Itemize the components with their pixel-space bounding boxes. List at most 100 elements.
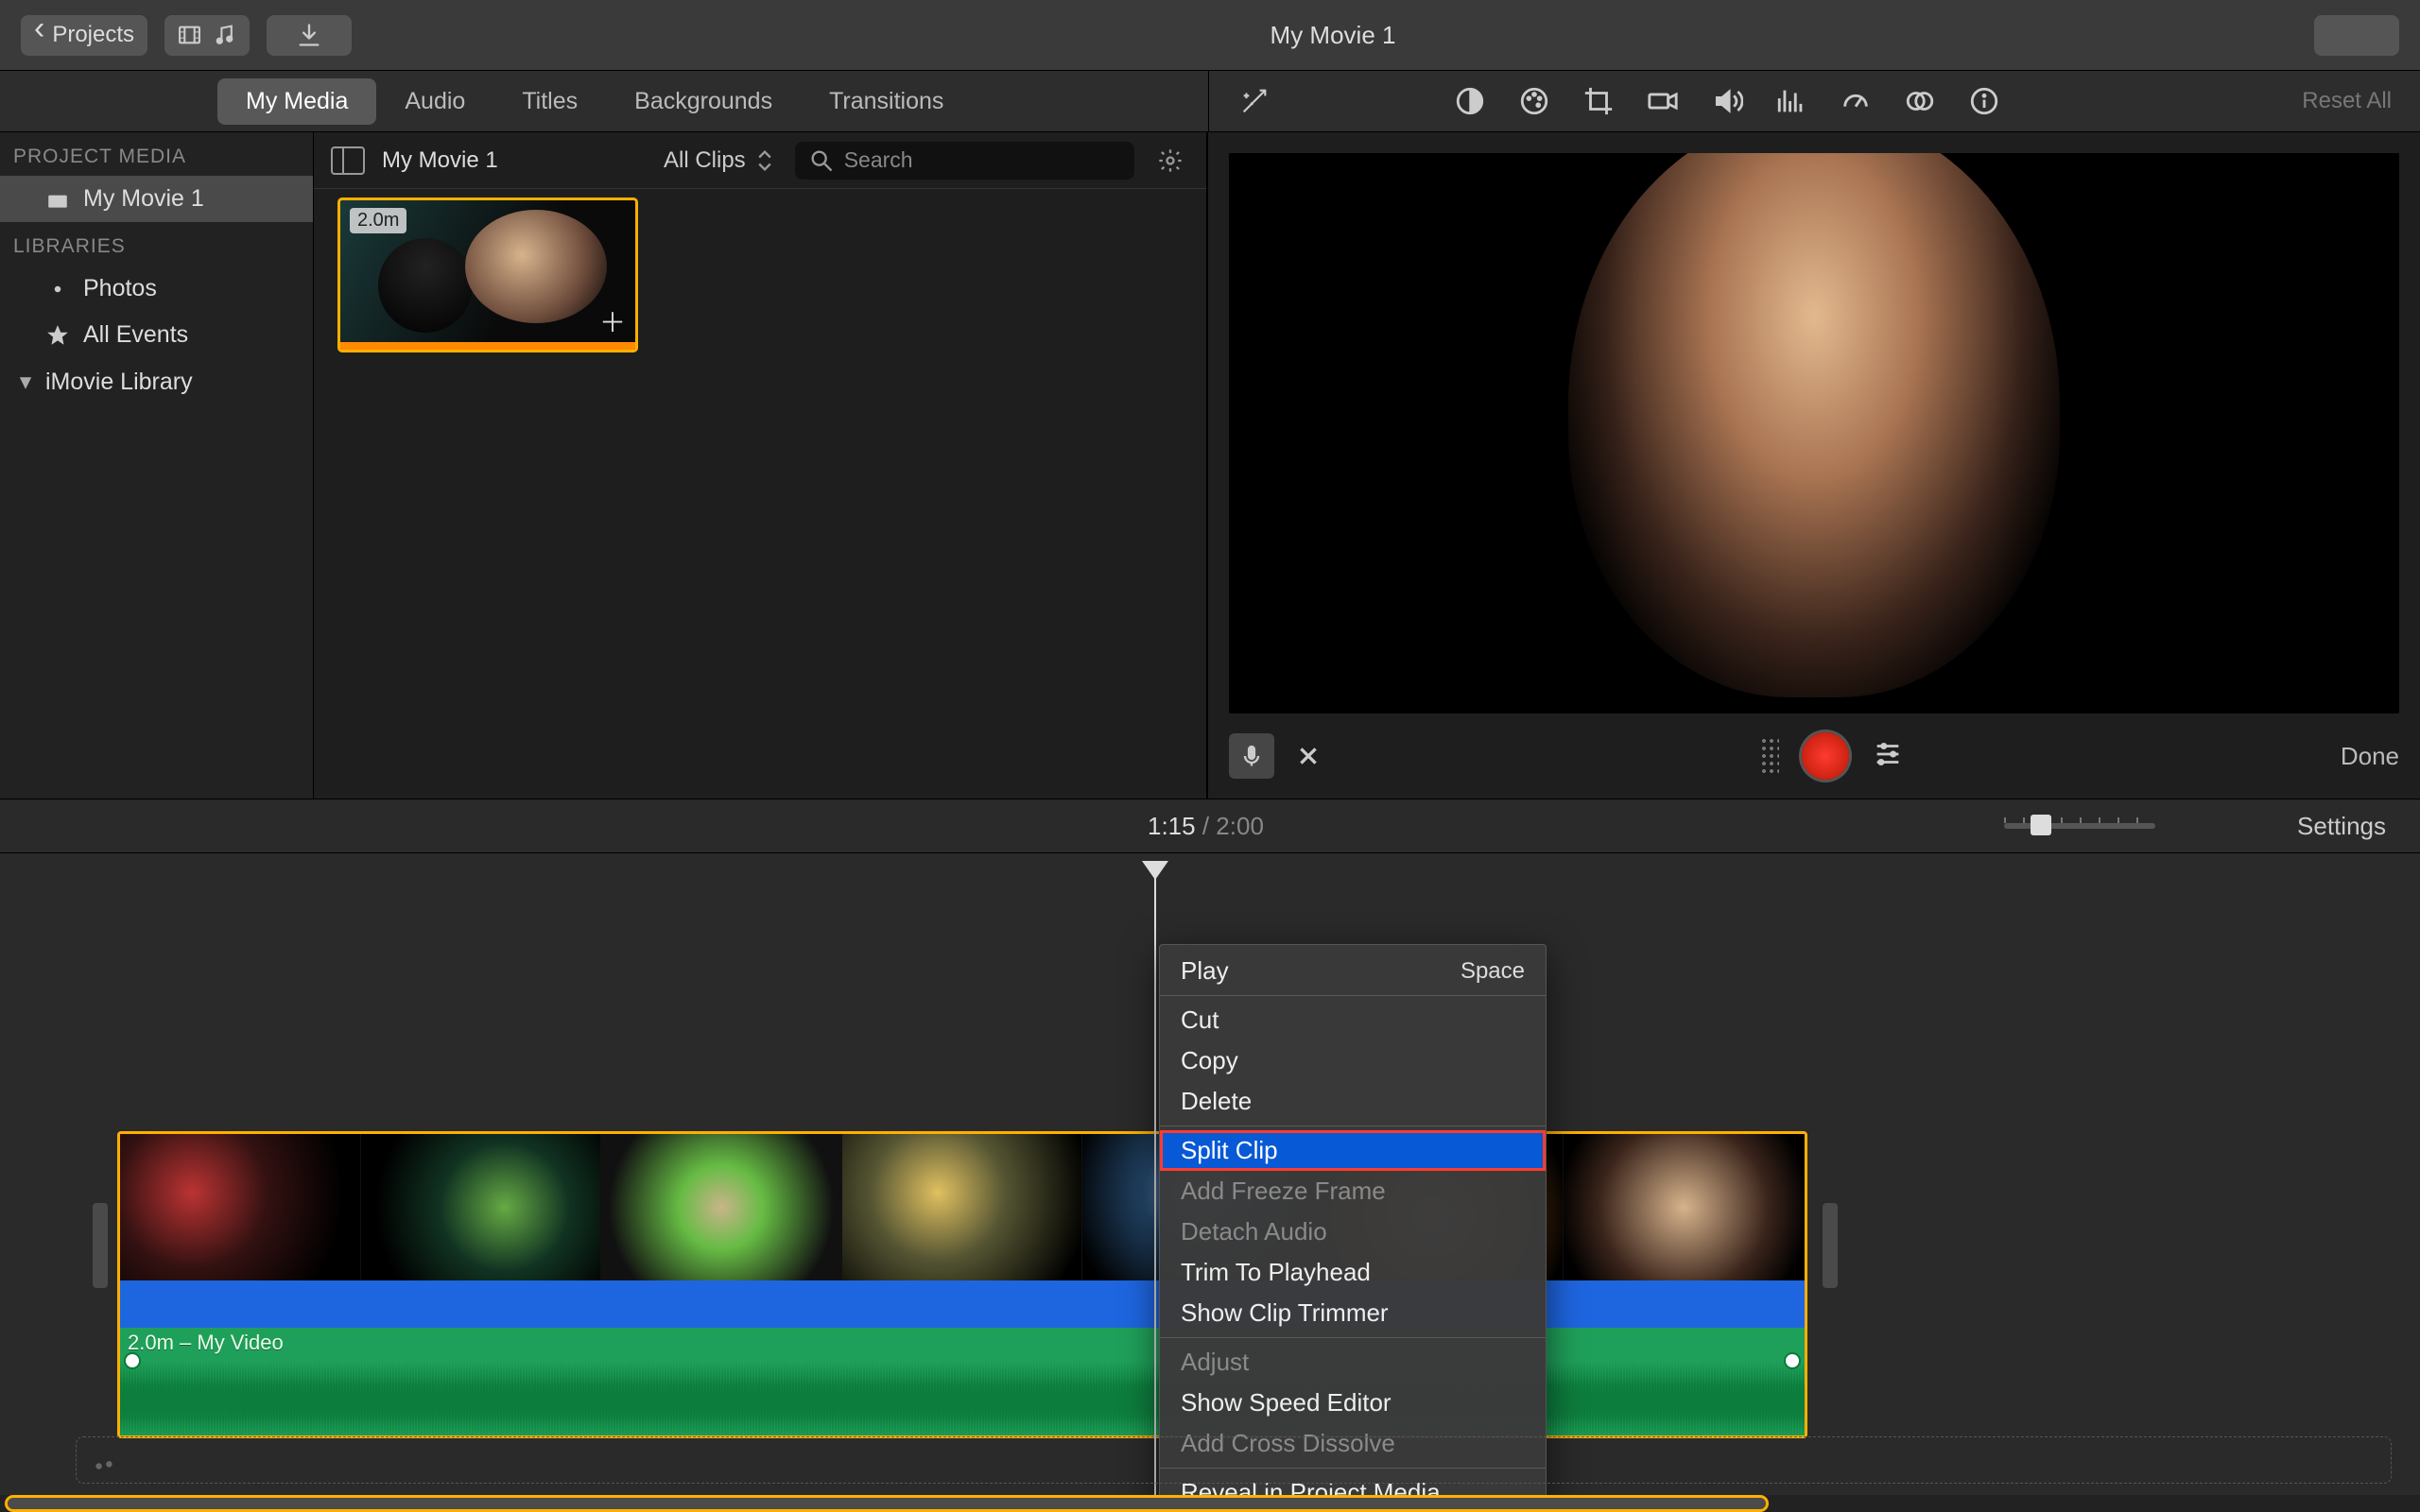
total-time: 2:00: [1216, 812, 1264, 840]
clip-filter-button[interactable]: [1903, 84, 1937, 118]
sidebar: PROJECT MEDIA My Movie 1 LIBRARIES Photo…: [0, 132, 314, 799]
tab-backgrounds[interactable]: Backgrounds: [606, 78, 801, 125]
search-input[interactable]: Search: [795, 142, 1134, 180]
color-balance-button[interactable]: [1453, 84, 1487, 118]
media-clip-thumbnail[interactable]: 2.0m ＋: [340, 200, 635, 350]
voiceover-mic-button[interactable]: [1229, 733, 1274, 779]
tab-transitions[interactable]: Transitions: [801, 78, 972, 125]
color-correction-button[interactable]: [1517, 84, 1551, 118]
menu-item-delete[interactable]: Delete: [1160, 1081, 1546, 1122]
video-frame-art: [1568, 153, 2060, 697]
clips-filter-dropdown[interactable]: All Clips: [664, 147, 778, 174]
timeline-clip[interactable]: 2.0m – My Video: [117, 1131, 1807, 1438]
sliders-icon: [1872, 738, 1904, 770]
viewer-panel: Done: [1208, 132, 2420, 799]
background-music-lane[interactable]: [76, 1436, 2392, 1484]
info-icon: [1968, 85, 2000, 117]
inspector-tools-group: Reset All: [1208, 71, 2420, 131]
thumbnail-art: [378, 238, 473, 333]
playhead-line: [1154, 876, 1156, 1512]
noise-reduction-button[interactable]: [1774, 84, 1808, 118]
sidebar-item-all-events[interactable]: All Events: [0, 312, 313, 358]
zoom-knob[interactable]: [2031, 815, 2051, 835]
projects-back-button[interactable]: Projects: [21, 15, 147, 56]
filmstrip-icon: [178, 22, 201, 48]
speaker-icon: [1711, 85, 1743, 117]
category-tabs-group: My Media Audio Titles Backgrounds Transi…: [0, 71, 1208, 131]
record-button[interactable]: [1802, 732, 1849, 780]
stabilization-button[interactable]: [1646, 84, 1680, 118]
voiceover-options-button[interactable]: [1872, 738, 1904, 775]
audio-fade-out-handle[interactable]: [1786, 1354, 1799, 1367]
clip-duration-badge: 2.0m: [350, 208, 406, 233]
up-down-chevron-icon: [752, 147, 778, 174]
library-header: My Movie 1 All Clips Search: [314, 132, 1206, 189]
menu-item-play[interactable]: Play Space: [1160, 951, 1546, 991]
library-settings-button[interactable]: [1151, 142, 1189, 180]
library-view-button[interactable]: [164, 15, 250, 56]
close-voiceover-button[interactable]: [1293, 741, 1323, 771]
add-to-timeline-icon[interactable]: ＋: [599, 302, 626, 340]
category-tabbar: My Media Audio Titles Backgrounds Transi…: [0, 71, 2420, 132]
timeline-settings-button[interactable]: Settings: [2297, 812, 2386, 841]
palette-icon: [1518, 85, 1550, 117]
volume-button[interactable]: [1710, 84, 1744, 118]
menu-item-add-freeze-frame: Add Freeze Frame: [1160, 1171, 1546, 1211]
tab-audio[interactable]: Audio: [376, 78, 493, 125]
contrast-circle-icon: [1454, 85, 1486, 117]
audio-fade-in-handle[interactable]: [126, 1354, 139, 1367]
menu-item-adjust: Adjust: [1160, 1342, 1546, 1383]
menu-separator: [1160, 1337, 1546, 1338]
star-icon: [45, 323, 70, 348]
import-button[interactable]: [267, 15, 352, 56]
zoom-slider[interactable]: [2004, 823, 2155, 829]
horizontal-scrollbar[interactable]: [0, 1495, 2420, 1512]
panel-toggle-button[interactable]: [331, 146, 365, 175]
tab-my-media[interactable]: My Media: [217, 78, 376, 125]
scrollbar-thumb[interactable]: [8, 1498, 1766, 1509]
clip-audio-track[interactable]: 2.0m – My Video: [120, 1328, 1805, 1438]
music-note-icon: [213, 22, 236, 48]
menu-item-split-clip[interactable]: Split Clip: [1160, 1130, 1546, 1171]
reset-all-button[interactable]: Reset All: [2302, 88, 2392, 114]
sidebar-item-imovie-library[interactable]: ▾ iMovie Library: [0, 358, 313, 405]
crop-button[interactable]: [1582, 84, 1616, 118]
sidebar-all-events-label: All Events: [83, 321, 188, 349]
enhance-magic-wand-button[interactable]: [1237, 84, 1271, 118]
timeline[interactable]: 2.0m – My Video Play Space Cut Copy Dele…: [0, 853, 2420, 1512]
projects-label: Projects: [52, 22, 134, 48]
top-toolbar: Projects My Movie 1: [0, 0, 2420, 71]
clapperboard-icon: [45, 187, 70, 212]
tab-titles[interactable]: Titles: [493, 78, 606, 125]
time-indicator: 1:15 / 2:00: [1148, 812, 1264, 841]
sidebar-item-project[interactable]: My Movie 1: [0, 176, 313, 222]
search-icon: [808, 147, 835, 174]
menu-item-show-speed-editor[interactable]: Show Speed Editor: [1160, 1383, 1546, 1423]
info-button[interactable]: [1967, 84, 2001, 118]
crop-icon: [1582, 85, 1615, 117]
camera-icon: [1647, 85, 1679, 117]
library-browser: My Movie 1 All Clips Search 2.0m ＋: [314, 132, 1208, 799]
audio-waveform: [120, 1361, 1805, 1438]
done-button[interactable]: Done: [2341, 742, 2399, 771]
menu-item-trim-to-playhead[interactable]: Trim To Playhead: [1160, 1252, 1546, 1293]
overlap-circles-icon: [1904, 85, 1936, 117]
menu-item-cut[interactable]: Cut: [1160, 1000, 1546, 1040]
library-name: My Movie 1: [382, 147, 647, 174]
sidebar-item-photos[interactable]: Photos: [0, 266, 313, 312]
menu-item-copy[interactable]: Copy: [1160, 1040, 1546, 1081]
clip-audio-label: 2.0m – My Video: [128, 1331, 284, 1355]
clip-trim-start-handle[interactable]: [93, 1203, 108, 1288]
share-button[interactable]: [2314, 15, 2399, 56]
preview-viewer[interactable]: [1229, 153, 2399, 713]
menu-separator: [1160, 1125, 1546, 1126]
menu-item-show-clip-trimmer[interactable]: Show Clip Trimmer: [1160, 1293, 1546, 1333]
clip-filmstrip: [120, 1134, 1805, 1280]
speedometer-icon: [1840, 85, 1872, 117]
speed-button[interactable]: [1839, 84, 1873, 118]
disclosure-triangle-icon[interactable]: ▾: [19, 368, 32, 396]
sidebar-imovie-library-label: iMovie Library: [45, 369, 193, 396]
used-indicator-strip: [340, 342, 635, 350]
clip-trim-end-handle[interactable]: [1823, 1203, 1838, 1288]
drag-grip-icon[interactable]: [1760, 737, 1779, 775]
